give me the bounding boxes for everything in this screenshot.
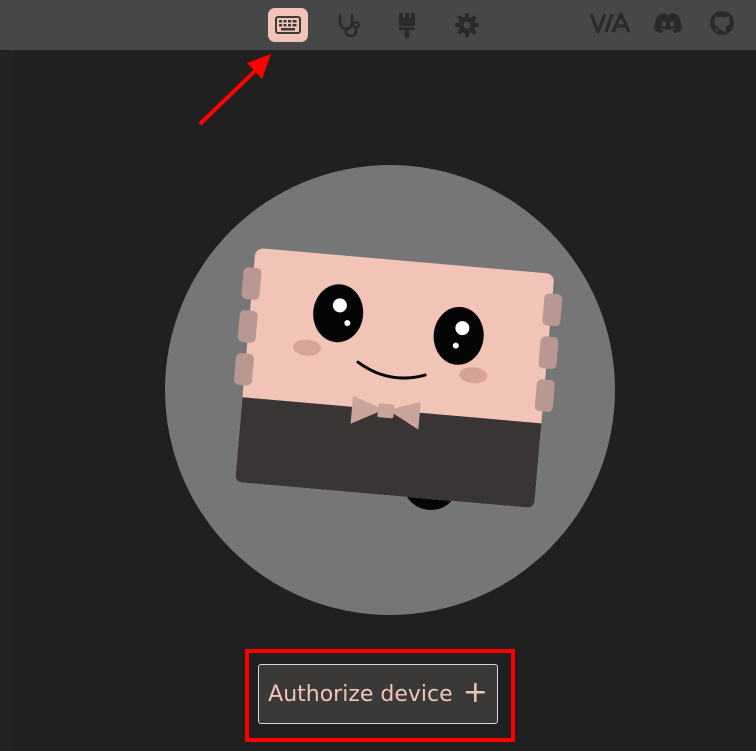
sidebar-shade (0, 50, 14, 751)
arrow-annotation (195, 44, 285, 129)
keyboard-icon (275, 16, 301, 34)
nav-design-button[interactable] (387, 8, 427, 42)
via-logo-link[interactable] (588, 8, 634, 42)
via-logo-icon (589, 12, 632, 38)
keyboard-mascot-illustration (165, 165, 615, 615)
plus-icon: + (462, 674, 488, 710)
discord-link[interactable] (650, 8, 686, 42)
nav-settings-button[interactable] (447, 8, 487, 42)
via-app: Authorize device + (0, 0, 756, 751)
github-icon (709, 10, 735, 40)
paintbrush-icon (396, 11, 418, 39)
authorize-device-label: Authorize device (268, 681, 453, 707)
top-nav-bar (0, 0, 756, 50)
authorize-device-button[interactable]: Authorize device + (258, 664, 498, 724)
github-link[interactable] (706, 8, 738, 42)
nav-configure-button[interactable] (268, 8, 308, 42)
stethoscope-icon (335, 12, 361, 38)
nav-test-button[interactable] (328, 8, 368, 42)
discord-icon (653, 12, 683, 38)
gear-icon (454, 12, 480, 38)
